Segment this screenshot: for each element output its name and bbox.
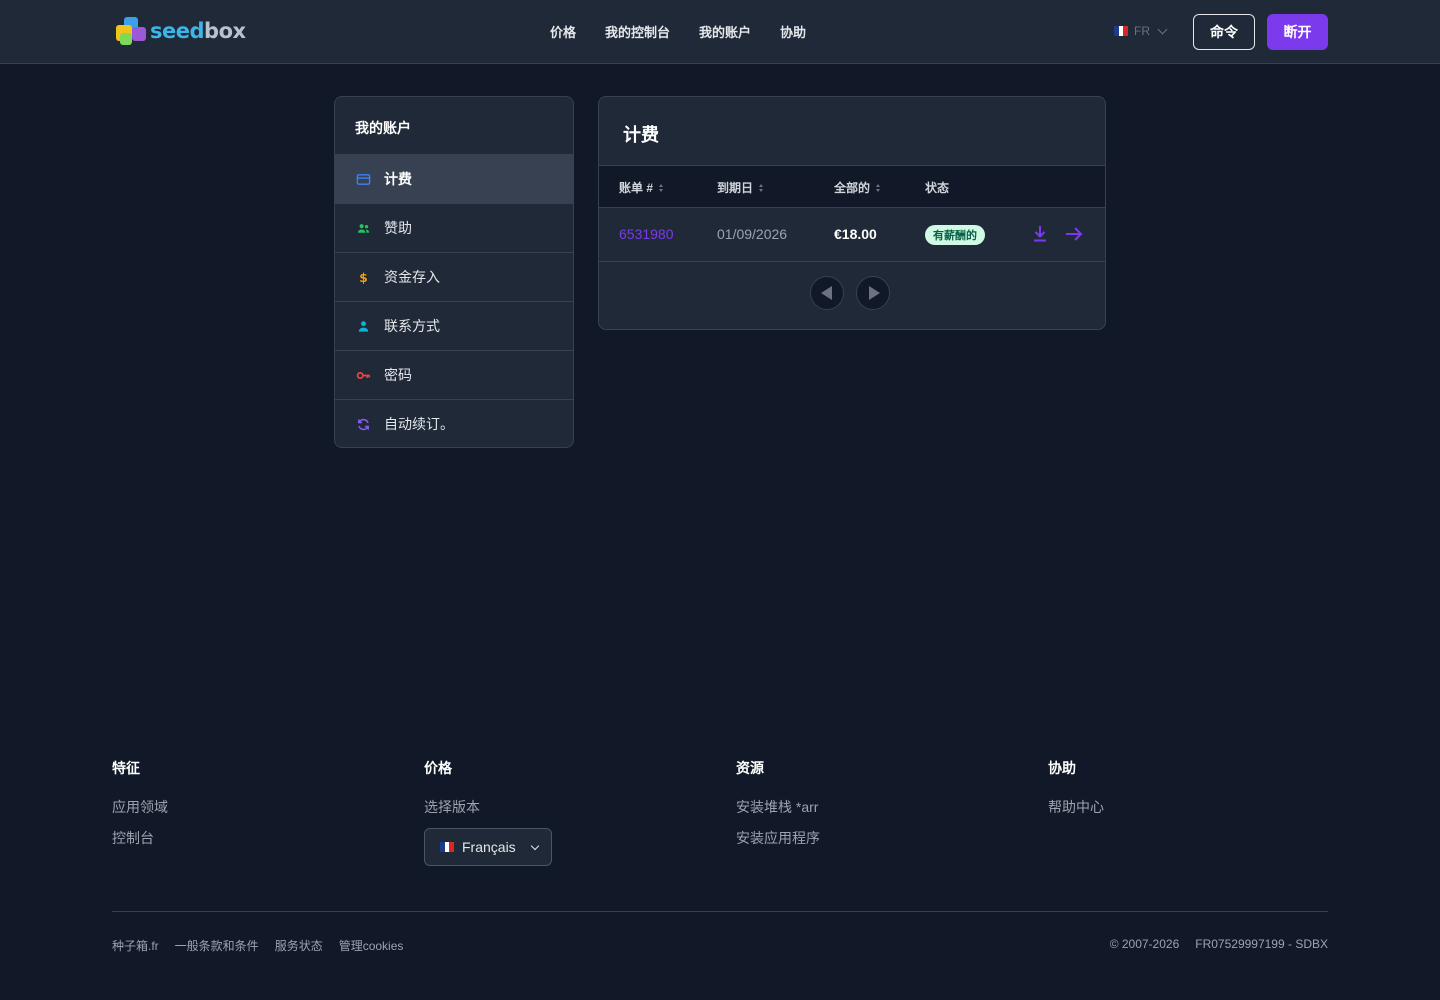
column-header-status: 状态	[925, 181, 950, 195]
footer-column-resources: 资源 安装堆栈 *arr 安装应用程序	[736, 758, 820, 859]
refresh-icon	[358, 418, 369, 430]
chevron-down-icon	[1157, 24, 1168, 35]
column-header-due-date[interactable]: 到期日	[717, 179, 764, 196]
footer-status-link[interactable]: 服务状态	[275, 937, 323, 954]
table-row: 6531980 01/09/2026 €18.00 有薪酬的	[599, 208, 1105, 262]
logo-cubes-icon	[114, 15, 148, 47]
language-dropdown[interactable]: FR	[1114, 24, 1168, 38]
footer-site-link[interactable]: 种子箱.fr	[112, 937, 159, 954]
footer-link[interactable]: 帮助中心	[1048, 797, 1104, 817]
caret-left-icon	[820, 286, 832, 300]
footer-column-features: 特征 应用领域 控制台	[112, 758, 168, 859]
sidebar-item-billing[interactable]: 计费	[335, 154, 573, 203]
sidebar-title: 我的账户	[355, 120, 411, 136]
invoice-total: €18.00	[834, 226, 877, 242]
sidebar-item-password[interactable]: 密码	[335, 350, 573, 399]
footer-link[interactable]: 应用领域	[112, 797, 168, 817]
sidebar-item-label: 赞助	[384, 220, 412, 236]
footer-heading: 价格	[424, 760, 452, 776]
credit-card-icon	[356, 173, 371, 185]
sort-icon	[759, 183, 764, 192]
svg-text:$: $	[359, 271, 367, 285]
pagination	[810, 276, 890, 310]
footer-link[interactable]: 控制台	[112, 828, 168, 848]
download-icon[interactable]	[1032, 225, 1048, 243]
footer-heading: 协助	[1048, 760, 1076, 776]
sidebar-item-contact[interactable]: 联系方式	[335, 301, 573, 350]
invoice-number-link[interactable]: 6531980	[619, 226, 674, 242]
language-code: FR	[1134, 24, 1150, 38]
footer-link[interactable]: 选择版本	[424, 797, 552, 817]
top-navbar: seedbox 价格 我的控制台 我的账户 协助 FR 命令 断开	[0, 0, 1440, 64]
language-label: Français	[462, 839, 516, 855]
sidebar-item-label: 计费	[384, 171, 412, 187]
sidebar-item-label: 自动续订。	[384, 416, 454, 432]
column-header-total[interactable]: 全部的	[834, 179, 881, 196]
footer-cookies-link[interactable]: 管理cookies	[339, 937, 404, 954]
sidebar-item-label: 资金存入	[384, 269, 440, 285]
france-flag-icon	[1114, 26, 1129, 36]
footer-terms-link[interactable]: 一般条款和条件	[175, 937, 259, 954]
command-button[interactable]: 命令	[1193, 14, 1255, 50]
footer-heading: 特征	[112, 760, 140, 776]
logo-text: seedbox	[150, 19, 246, 43]
disconnect-button[interactable]: 断开	[1267, 14, 1328, 50]
table-header: 账单 # 到期日 全部的 状态	[599, 166, 1105, 208]
copyright-text: © 2007-2026	[1109, 937, 1180, 951]
footer-column-help: 协助 帮助中心	[1048, 758, 1104, 828]
sidebar-item-deposit[interactable]: $ 资金存入	[335, 252, 573, 301]
users-icon	[357, 223, 370, 233]
footer-heading: 资源	[736, 760, 764, 776]
key-icon	[356, 371, 371, 379]
column-header-invoice[interactable]: 账单 #	[619, 179, 664, 196]
billing-card: 计费 账单 # 到期日 全部的 状态 6531980 01/09/2026 €1…	[598, 96, 1106, 330]
footer-language-select[interactable]: Français	[424, 828, 552, 866]
footer-column-pricing: 价格 选择版本 Français	[424, 758, 552, 866]
chevron-down-icon	[530, 841, 539, 850]
sidebar-item-autorenew[interactable]: 自动续订。	[335, 399, 573, 447]
sidebar-item-label: 联系方式	[384, 318, 440, 334]
footer-legal-links: 种子箱.fr 一般条款和条件 服务状态 管理cookies	[112, 937, 403, 954]
seedbox-logo[interactable]: seedbox	[114, 14, 246, 48]
nav-account[interactable]: 我的账户	[699, 22, 751, 41]
nav-pricing[interactable]: 价格	[550, 22, 576, 41]
footer-link[interactable]: 安装应用程序	[736, 828, 820, 848]
dollar-icon: $	[359, 271, 367, 285]
main-nav: 价格 我的控制台 我的账户 协助	[550, 22, 806, 41]
sidebar-item-label: 密码	[384, 367, 412, 383]
footer-divider	[112, 911, 1328, 912]
france-flag-icon	[440, 842, 455, 852]
status-badge: 有薪酬的	[925, 225, 985, 245]
sidebar-item-sponsorship[interactable]: 赞助	[335, 203, 573, 252]
next-page-button[interactable]	[856, 276, 890, 310]
caret-right-icon	[868, 286, 880, 300]
footer-copyright: © 2007-2026 FR07529997199 - SDBX	[1110, 937, 1328, 951]
account-sidebar: 我的账户 计费 赞助 $ 资金存入 联系方式 密码 自动续订。	[334, 96, 574, 448]
due-date: 01/09/2026	[717, 226, 788, 242]
sort-icon	[659, 183, 664, 192]
user-icon	[358, 320, 369, 332]
nav-dashboard[interactable]: 我的控制台	[605, 22, 670, 41]
billing-title: 计费	[599, 97, 1105, 166]
nav-help[interactable]: 协助	[780, 22, 806, 41]
arrow-right-icon[interactable]	[1065, 226, 1083, 242]
previous-page-button[interactable]	[810, 276, 844, 310]
sort-icon	[876, 183, 881, 192]
vat-number: FR07529997199 - SDBX	[1195, 937, 1328, 951]
footer-link[interactable]: 安装堆栈 *arr	[736, 797, 820, 817]
